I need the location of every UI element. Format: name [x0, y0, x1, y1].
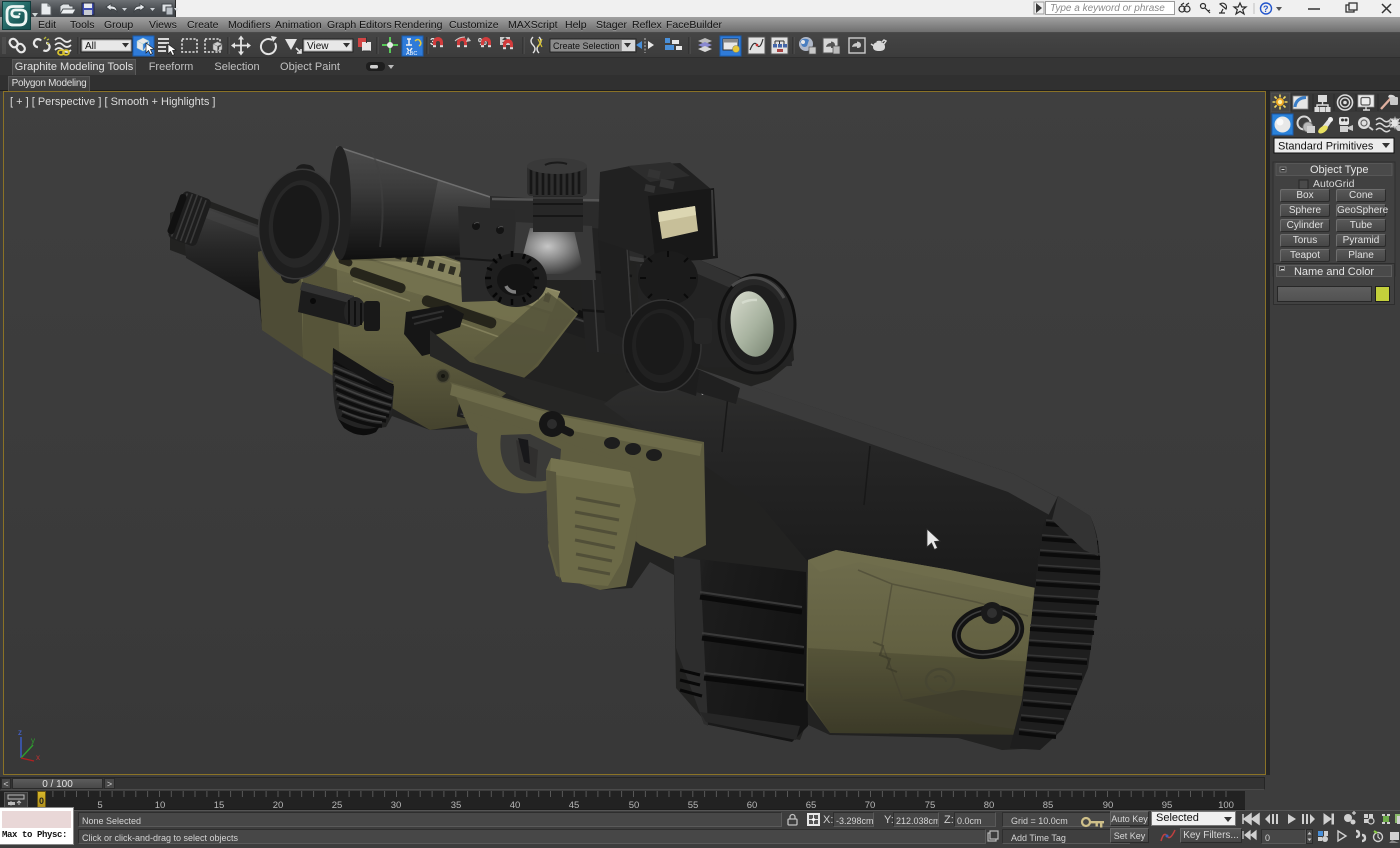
svg-text:45: 45	[569, 800, 580, 810]
svg-text:20: 20	[273, 800, 284, 810]
svg-text:85: 85	[1043, 800, 1054, 810]
svg-text:All: All	[85, 41, 96, 52]
svg-text:5: 5	[97, 800, 102, 810]
svg-text:80: 80	[984, 800, 995, 810]
svg-text:100: 100	[1218, 800, 1234, 810]
svg-text:15: 15	[214, 800, 225, 810]
svg-text:10: 10	[155, 800, 166, 810]
svg-text:Object Type: Object Type	[1310, 164, 1369, 176]
svg-text:90: 90	[1103, 800, 1114, 810]
svg-text:Standard Primitives: Standard Primitives	[1278, 141, 1374, 153]
svg-text:70: 70	[865, 800, 876, 810]
svg-text:30: 30	[391, 800, 402, 810]
svg-text:50: 50	[629, 800, 640, 810]
svg-text:x: x	[36, 753, 40, 762]
svg-text:55: 55	[688, 800, 699, 810]
svg-text:95: 95	[1162, 800, 1173, 810]
svg-text:65: 65	[806, 800, 817, 810]
svg-text:y: y	[31, 736, 35, 745]
svg-text:25: 25	[332, 800, 343, 810]
svg-text:z: z	[18, 728, 22, 737]
svg-text:35: 35	[451, 800, 462, 810]
svg-text:40: 40	[510, 800, 521, 810]
svg-text:View: View	[307, 41, 329, 52]
svg-text:75: 75	[925, 800, 936, 810]
svg-text:Create Selection Se: Create Selection Se	[553, 41, 633, 51]
svg-text:?: ?	[1263, 4, 1269, 14]
svg-text:60: 60	[747, 800, 758, 810]
svg-text:ABC: ABC	[406, 51, 417, 57]
